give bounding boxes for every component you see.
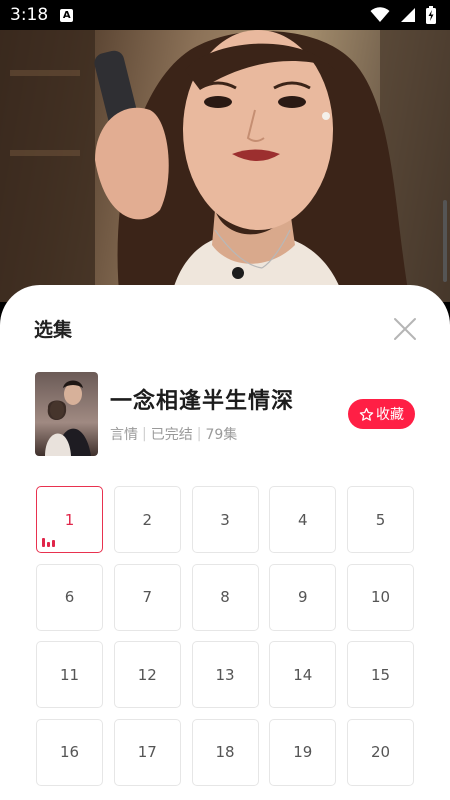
episode-number: 8: [220, 588, 230, 606]
episode-number: 12: [137, 665, 157, 684]
episode-number: 5: [375, 510, 386, 529]
episode-button-8[interactable]: 8: [191, 563, 259, 631]
episode-number: 9: [297, 588, 308, 606]
episode-number: 4: [297, 510, 308, 529]
drama-title: 一念相逢半生情深: [110, 389, 295, 414]
drama-status: 已完结: [150, 427, 193, 443]
episode-button-2[interactable]: 2: [113, 486, 181, 553]
episode-number: 6: [64, 588, 75, 606]
episode-number: 7: [142, 588, 153, 606]
close-icon[interactable]: [391, 315, 419, 343]
episode-button-4[interactable]: 4: [269, 486, 337, 553]
episode-number: 16: [59, 743, 80, 761]
episode-number: 19: [293, 743, 313, 761]
episode-grid: 1 2 3 4 5 6 7 8 9 10 11 12 13 14 15 16 17 18 19 20: [36, 486, 414, 786]
episode-number: 1: [64, 510, 75, 529]
status-icons: [370, 6, 436, 24]
episode-number: 15: [370, 665, 391, 684]
drama-episode-count: 79集: [205, 427, 238, 443]
episode-number: 13: [215, 665, 235, 684]
video-frame-illustration: [0, 30, 450, 302]
episode-button-3[interactable]: 3: [191, 486, 259, 553]
episode-button-16[interactable]: 16: [36, 718, 103, 786]
episode-number: 14: [293, 665, 313, 684]
episode-button-13[interactable]: 13: [191, 641, 259, 708]
now-playing-icon: [42, 538, 55, 547]
favorite-button[interactable]: 收藏: [348, 399, 415, 429]
episode-button-1[interactable]: 1: [36, 486, 103, 553]
episode-number: 2: [142, 510, 153, 529]
episode-number: 3: [220, 510, 230, 529]
episode-button-15[interactable]: 15: [347, 641, 414, 708]
episode-button-12[interactable]: 12: [113, 641, 181, 708]
video-player[interactable]: [0, 30, 450, 302]
status-time: 3:18: [10, 5, 49, 25]
notification-a-icon: A: [60, 8, 74, 22]
wifi-icon: [370, 7, 390, 22]
star-icon: [359, 407, 374, 421]
episode-button-18[interactable]: 18: [191, 718, 259, 786]
episode-selector-sheet: 选集 一念相逢半生情深 言情 | 已完结 | 79集 收藏 1 2 3 4 5 …: [0, 285, 450, 800]
episode-button-20[interactable]: 20: [347, 718, 414, 786]
status-bar: 3:18 A: [0, 0, 450, 30]
scrollbar[interactable]: [443, 200, 447, 282]
drama-cover-image: [35, 372, 98, 456]
episode-button-19[interactable]: 19: [269, 718, 337, 786]
episode-button-14[interactable]: 14: [269, 641, 337, 708]
drama-genre: 言情: [110, 427, 138, 443]
meta-separator: |: [196, 426, 202, 442]
drama-cover[interactable]: [35, 372, 98, 456]
episode-button-9[interactable]: 9: [269, 563, 337, 631]
episode-number: 17: [137, 743, 157, 761]
episode-number: 20: [370, 743, 391, 761]
episode-button-6[interactable]: 6: [36, 563, 103, 631]
episode-number: 18: [215, 743, 235, 761]
episode-number: 10: [370, 588, 391, 606]
signal-icon: [401, 8, 415, 22]
episode-button-10[interactable]: 10: [347, 563, 414, 631]
battery-icon: [426, 6, 436, 24]
episode-button-17[interactable]: 17: [113, 718, 181, 786]
episode-button-5[interactable]: 5: [347, 486, 414, 553]
drama-meta: 言情 | 已完结 | 79集: [110, 424, 237, 444]
episode-number: 11: [59, 665, 80, 684]
episode-button-11[interactable]: 11: [36, 641, 103, 708]
sheet-title: 选集: [34, 319, 73, 341]
episode-button-7[interactable]: 7: [113, 563, 181, 631]
meta-separator: |: [142, 426, 147, 442]
favorite-label: 收藏: [376, 407, 404, 423]
